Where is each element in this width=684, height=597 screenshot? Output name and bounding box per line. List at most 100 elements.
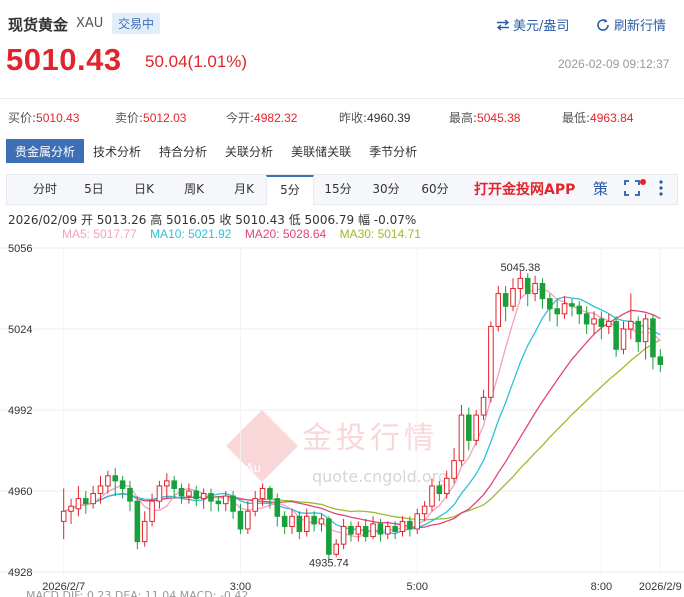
candle-body	[97, 485, 104, 495]
candle-body	[318, 518, 325, 525]
candle-body	[267, 487, 273, 500]
candle-body	[517, 277, 524, 289]
candle-body	[303, 515, 310, 532]
stat-bid: 买价:5010.43	[8, 111, 80, 125]
trading-status-badge: 交易中	[112, 13, 161, 34]
currency-toggle-button[interactable]: 美元/盎司	[496, 15, 569, 34]
candle-body	[502, 293, 509, 307]
candle-body	[539, 282, 546, 300]
low-price-label: 4935.74	[309, 557, 349, 569]
candle-body	[149, 500, 155, 522]
candle-body	[466, 414, 472, 441]
candle-body	[215, 500, 222, 505]
candle-body	[569, 303, 575, 307]
candle-body	[82, 498, 89, 505]
ma30-label: MA30: 5014.71	[339, 227, 421, 241]
y-tick-label: 4960	[8, 486, 32, 498]
candle-body	[554, 308, 560, 315]
candle-body	[436, 485, 443, 495]
x-tick-label: 2026/2/9	[639, 581, 682, 592]
open-app-link[interactable]: 打开金投网APP	[474, 179, 575, 199]
candle-body	[186, 490, 192, 497]
refresh-button[interactable]: 刷新行情	[596, 15, 666, 34]
candle-body	[274, 498, 281, 517]
tab-monthly-k[interactable]: 月K	[219, 175, 269, 204]
candle-body	[340, 525, 347, 545]
fullscreen-icon[interactable]	[624, 180, 640, 200]
candle-body	[326, 518, 332, 555]
candle-body	[458, 414, 465, 462]
refresh-icon	[597, 18, 609, 31]
tab-correlation-analysis[interactable]: 关联分析	[216, 139, 282, 163]
candle-body	[178, 487, 185, 497]
instrument-title: 现货黄金	[8, 16, 69, 34]
candle-body	[407, 520, 413, 530]
candle-body	[112, 475, 119, 482]
candle-body	[259, 487, 266, 500]
y-tick-label: 5024	[8, 324, 32, 336]
candle-body	[171, 480, 177, 489]
tab-precious-metals-analysis[interactable]: 贵金属分析	[6, 139, 85, 163]
candle-body	[252, 498, 258, 512]
candle-body	[613, 320, 619, 350]
candle-body	[429, 485, 435, 507]
x-tick-label: 5:00	[407, 581, 428, 592]
candle-body	[443, 477, 450, 495]
tab-5min[interactable]: 5分	[266, 175, 314, 205]
y-tick-label: 5056	[8, 243, 32, 255]
macd-summary: MACD DIF: 0.23 DEA: 11.04 MACD: -0.42	[26, 589, 249, 597]
candle-body	[60, 510, 67, 522]
ma20-line	[63, 309, 661, 529]
candle-body	[237, 510, 244, 530]
candle-body	[68, 505, 74, 512]
candle-body	[421, 505, 428, 515]
candle-body	[281, 515, 288, 527]
candle-body	[90, 493, 96, 505]
candle-body	[561, 303, 568, 315]
tab-position-analysis[interactable]: 持合分析	[150, 139, 216, 163]
tab-technical-analysis[interactable]: 技术分析	[84, 139, 150, 163]
tab-weekly-k[interactable]: 周K	[169, 175, 219, 204]
stat-open: 今开:4982.32	[226, 111, 298, 125]
candle-body	[355, 525, 362, 535]
more-icon[interactable]	[659, 180, 663, 200]
candle-body	[222, 495, 229, 505]
stat-low: 最低:4963.84	[562, 111, 634, 125]
candle-body	[156, 485, 163, 502]
tab-intraday[interactable]: 分时	[21, 175, 69, 204]
candle-body	[193, 490, 200, 500]
kline-chart[interactable]: Au金投行情quote.cngold.org505650244992496049…	[0, 240, 684, 592]
tab-30min[interactable]: 30分	[362, 175, 410, 204]
watermark-diamond	[226, 410, 298, 482]
ma20-label: MA20: 5028.64	[244, 227, 327, 241]
candle-body	[230, 495, 236, 512]
analysis-tabs: 贵金属分析 技术分析 持合分析 关联分析 美联储关联 季节分析	[6, 139, 426, 163]
tab-15min[interactable]: 15分	[314, 175, 362, 204]
candle-body	[311, 515, 317, 525]
candle-body	[141, 520, 148, 543]
ma10-label: MA10: 5021.92	[150, 227, 232, 241]
tab-5day[interactable]: 5日	[69, 175, 119, 204]
candle-body	[480, 396, 487, 416]
candle-body	[488, 325, 494, 398]
ma5-line	[63, 287, 661, 538]
candle-body	[642, 318, 649, 343]
candle-body	[524, 277, 531, 295]
candle-body	[451, 460, 457, 479]
strategy-icon[interactable]: 策	[593, 178, 608, 199]
candle-body	[657, 356, 664, 365]
candle-body	[576, 305, 583, 315]
tab-fed-correlation[interactable]: 美联储关联	[282, 139, 360, 163]
candle-body	[598, 318, 605, 327]
refresh-label: 刷新行情	[614, 19, 667, 34]
candle-body	[200, 493, 207, 500]
ohlc-summary: 2026/02/09 开 5013.26 高 5016.05 收 5010.43…	[8, 213, 417, 227]
tab-seasonal-analysis[interactable]: 季节分析	[360, 139, 426, 163]
tab-daily-k[interactable]: 日K	[119, 175, 169, 204]
period-tabs: 分时 5日 日K 周K 月K 5分 15分 30分 60分 打开金投网APP 策	[6, 174, 678, 205]
candle-body	[583, 313, 590, 325]
candle-body	[75, 498, 82, 510]
watermark-logo: Au	[226, 410, 298, 482]
candle-body	[377, 523, 384, 535]
tab-60min[interactable]: 60分	[410, 175, 460, 204]
